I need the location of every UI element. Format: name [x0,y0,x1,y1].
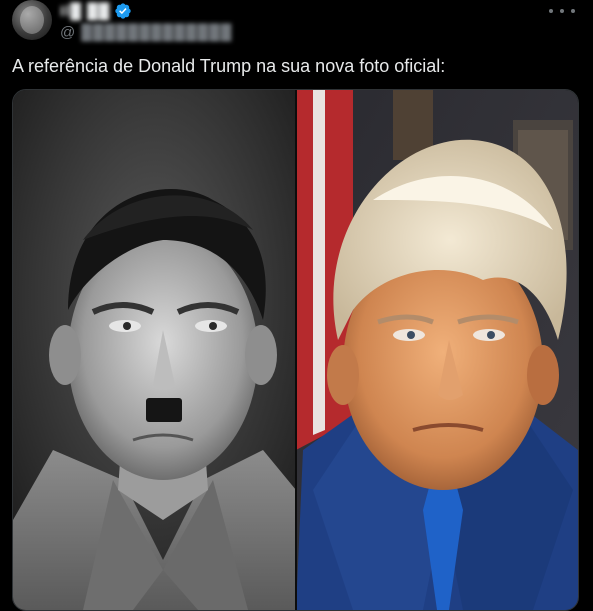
left-portrait [13,90,296,610]
post-text: A referência de Donald Trump na sua nova… [12,56,446,76]
more-options-button[interactable] [549,2,575,20]
author-display-name[interactable]: Il█ ██ [60,3,110,20]
post: Il█ ██ @ █████████████ A referência de D… [0,0,593,611]
handle-prefix: @ [60,24,76,41]
more-horizontal-icon [560,9,564,13]
post-header: Il█ ██ @ █████████████ [60,0,232,42]
author-handle[interactable]: █████████████ [81,24,232,41]
post-media[interactable] [12,89,579,611]
media-collage [13,90,578,610]
more-horizontal-icon [571,9,575,13]
avatar[interactable] [12,0,52,40]
author-handle-row: @ █████████████ [60,24,232,41]
right-portrait [296,90,578,610]
more-horizontal-icon [549,9,553,13]
author-name-row: Il█ ██ [60,2,232,20]
verified-badge-icon [115,3,132,19]
